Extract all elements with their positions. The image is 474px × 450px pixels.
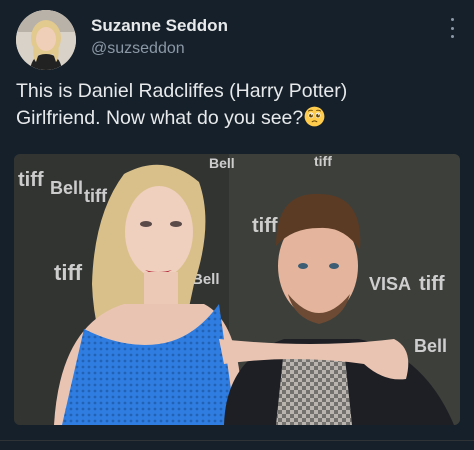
backdrop-logo: tiff bbox=[419, 273, 445, 295]
author-display-name[interactable]: Suzanne Seddon bbox=[91, 16, 228, 36]
tweet-photo[interactable]: tiff Bell tiff Bell tiff tiff Bell tiff … bbox=[14, 154, 460, 425]
backdrop-logo: tiff bbox=[18, 169, 44, 191]
backdrop-logo: tiff bbox=[252, 215, 278, 237]
avatar-image bbox=[16, 10, 76, 70]
pleading-face-emoji-icon bbox=[304, 106, 325, 127]
more-vertical-icon[interactable] bbox=[446, 18, 458, 38]
backdrop-logo: tiff bbox=[54, 260, 83, 285]
more-dot bbox=[450, 35, 454, 38]
author-avatar[interactable] bbox=[16, 10, 76, 70]
more-dot bbox=[450, 18, 454, 21]
backdrop-logo: VISA bbox=[369, 274, 411, 294]
divider bbox=[0, 440, 474, 441]
more-dot bbox=[450, 26, 454, 30]
photo-scene: tiff Bell tiff Bell tiff tiff Bell tiff … bbox=[14, 154, 460, 425]
author-handle[interactable]: @suzseddon bbox=[91, 40, 185, 58]
tweet-text-line-2: Girlfriend. Now what do you see? bbox=[16, 105, 456, 132]
backdrop-logo: Bell bbox=[414, 336, 447, 356]
tweet-text-line-2-text: Girlfriend. Now what do you see? bbox=[16, 107, 304, 129]
backdrop-logo: Bell bbox=[209, 155, 235, 171]
tweet-card: Suzanne Seddon @suzseddon This is Daniel… bbox=[0, 0, 474, 450]
backdrop-logo: tiff bbox=[314, 154, 332, 169]
tweet-text: This is Daniel Radcliffes (Harry Potter)… bbox=[16, 78, 456, 132]
backdrop-logo: tiff bbox=[84, 186, 108, 206]
backdrop-logo: Bell bbox=[50, 178, 83, 198]
tweet-text-line-1: This is Daniel Radcliffes (Harry Potter) bbox=[16, 80, 348, 102]
